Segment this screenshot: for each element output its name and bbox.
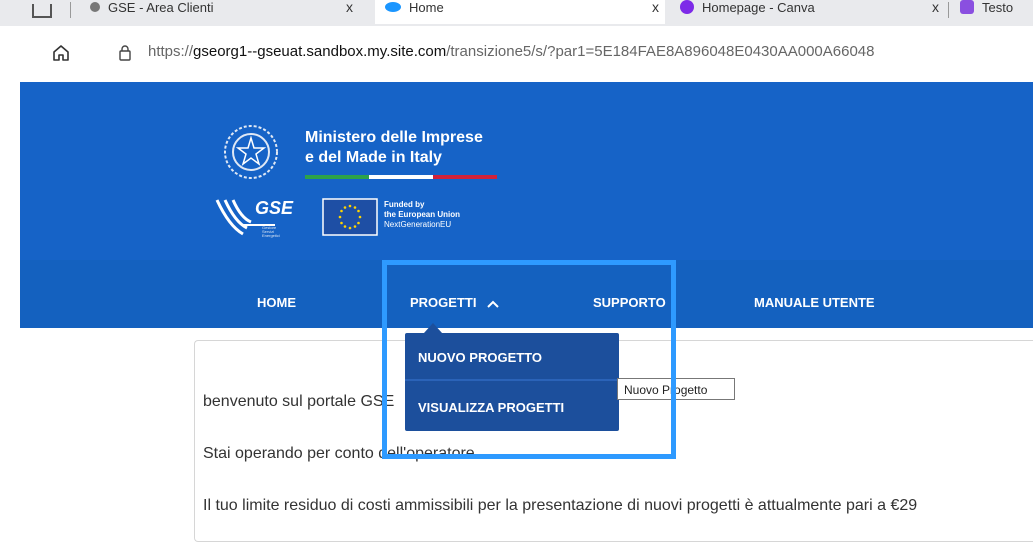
tab-title: Testo (982, 0, 1014, 15)
tab-title: Homepage - Canva (702, 0, 815, 15)
italian-emblem-icon (224, 125, 278, 179)
eu-line3: NextGenerationEU (384, 220, 452, 229)
home-icon[interactable] (52, 44, 70, 62)
ministry-name: Ministero delle Imprese e del Made in It… (305, 128, 483, 168)
tab-title: GSE - Area Clienti (108, 0, 214, 15)
nav-home[interactable]: HOME (257, 295, 296, 310)
tab-separator (70, 2, 71, 18)
url-host: gseorg1--gseuat.sandbox.my.site.com (193, 43, 447, 60)
tricolore-bar (305, 175, 497, 179)
welcome-text: benvenuto sul portale GSE (203, 393, 395, 410)
limit-text: Il tuo limite residuo di costi ammissibi… (203, 497, 918, 514)
url-scheme: https:// (148, 43, 194, 60)
nav-manuale-utente[interactable]: MANUALE UTENTE (754, 295, 875, 310)
ministry-line2: e del Made in Italy (305, 149, 442, 166)
tab-gse-area-clienti[interactable]: GSE - Area Clienti x (90, 0, 360, 24)
gse-logo-subtitle: Gestore Servizi Energetici (262, 225, 280, 238)
tab-home[interactable]: Home x (375, 0, 665, 24)
url-field[interactable]: https://gseorg1--gseuat.sandbox.my.site.… (148, 43, 874, 60)
lock-icon[interactable] (118, 44, 132, 62)
gse-favicon-icon (90, 2, 100, 12)
app-favicon-icon (960, 0, 974, 14)
tab-strip: GSE - Area Clienti x Home x Homepage - C… (0, 0, 1033, 26)
eu-line2: the European Union (384, 210, 460, 219)
eu-funding-text: Funded by the European Union NextGenerat… (384, 200, 460, 230)
gse-logo-text: GSE (255, 198, 294, 218)
tab-testo[interactable]: Testo (960, 0, 1033, 24)
sidebar-toggle-icon[interactable] (32, 4, 52, 18)
eu-line1: Funded by (384, 200, 425, 209)
tab-title: Home (409, 0, 444, 15)
tab-canva[interactable]: Homepage - Canva x (680, 0, 940, 24)
address-bar: https://gseorg1--gseuat.sandbox.my.site.… (0, 26, 1033, 82)
canva-favicon-icon (680, 0, 694, 14)
highlight-box (382, 260, 676, 459)
tab-separator (948, 2, 949, 18)
url-path: /transizione5/s/?par1=5E184FAE8A896048E0… (446, 43, 875, 60)
close-tab-icon[interactable]: x (346, 0, 353, 15)
close-tab-icon[interactable]: x (932, 0, 939, 15)
close-tab-icon[interactable]: x (652, 0, 659, 15)
ministry-line1: Ministero delle Imprese (305, 129, 483, 146)
salesforce-favicon-icon (385, 2, 401, 12)
eu-flag-icon (322, 198, 378, 236)
